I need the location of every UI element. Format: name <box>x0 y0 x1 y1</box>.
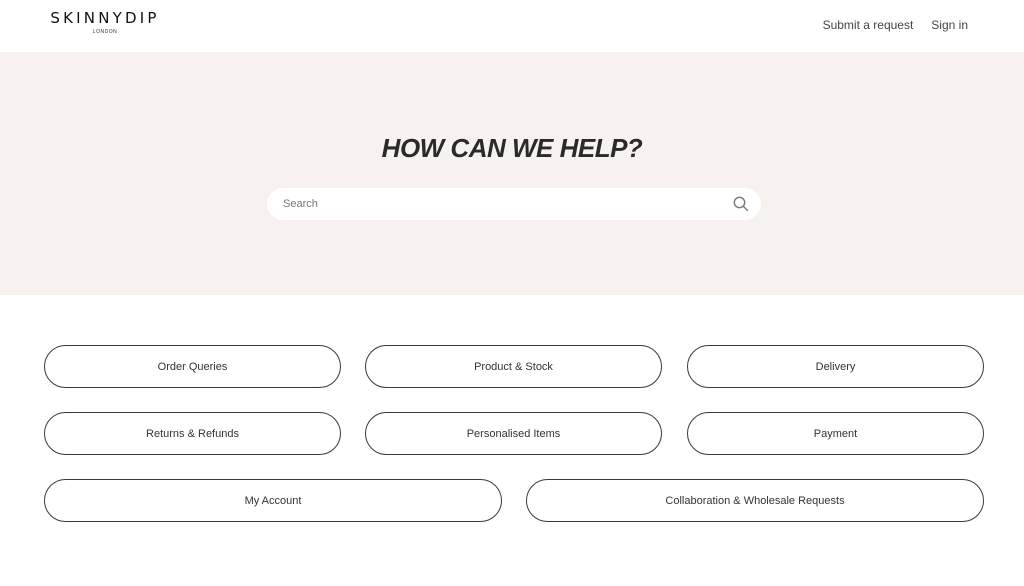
category-personalised-items[interactable]: Personalised Items <box>365 412 662 455</box>
brand-sub: LONDON <box>92 29 118 35</box>
category-product-stock[interactable]: Product & Stock <box>365 345 662 388</box>
header-nav: Submit a request Sign in <box>823 18 968 32</box>
site-header: SKINNYDIP LONDON Submit a request Sign i… <box>0 0 1024 52</box>
category-my-account[interactable]: My Account <box>44 479 502 522</box>
category-delivery[interactable]: Delivery <box>687 345 984 388</box>
search-icon[interactable] <box>732 195 750 213</box>
category-payment[interactable]: Payment <box>687 412 984 455</box>
search-input[interactable] <box>283 195 713 213</box>
hero-title: HOW CAN WE HELP? <box>381 133 643 163</box>
category-collaboration-wholesale[interactable]: Collaboration & Wholesale Requests <box>526 479 984 522</box>
category-returns-refunds[interactable]: Returns & Refunds <box>44 412 341 455</box>
submit-request-link[interactable]: Submit a request <box>823 18 914 32</box>
category-order-queries[interactable]: Order Queries <box>44 345 341 388</box>
hero-section: HOW CAN WE HELP? <box>0 52 1024 295</box>
sign-in-link[interactable]: Sign in <box>931 18 968 32</box>
brand-logo[interactable]: SKINNYDIP LONDON <box>46 9 164 35</box>
search-bar <box>267 188 761 220</box>
brand-name: SKINNYDIP <box>50 9 160 27</box>
